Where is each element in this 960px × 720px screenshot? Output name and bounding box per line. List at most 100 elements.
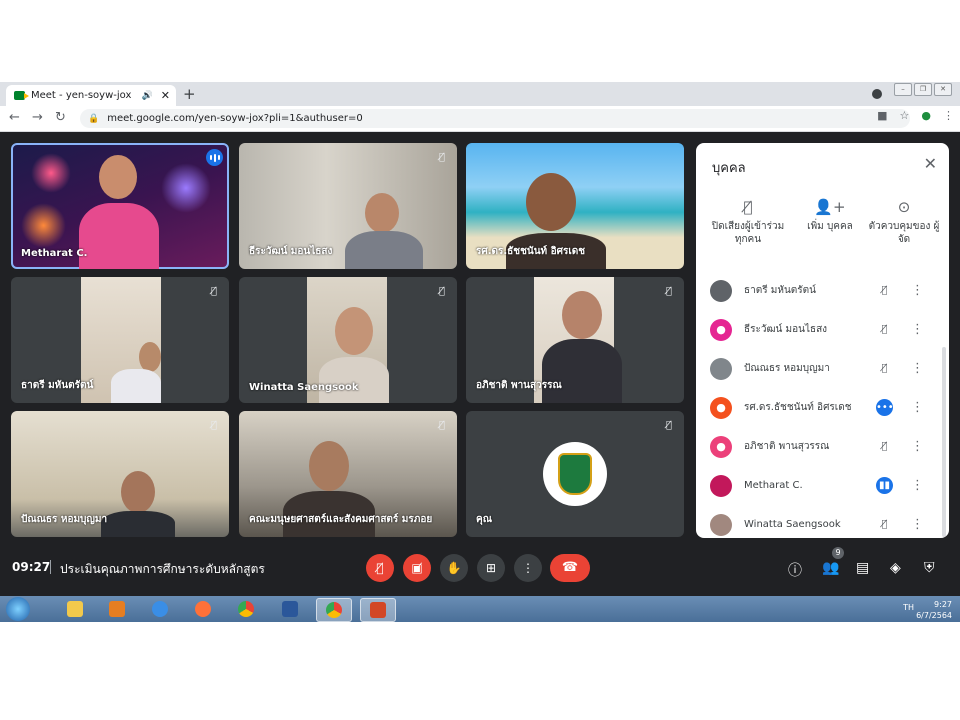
speaker-icon[interactable]: 🔊 — [142, 91, 153, 101]
panel-scrollbar[interactable] — [942, 347, 946, 537]
meeting-title: ประเมินคุณภาพการศึกษาระดับหลักสูตร — [60, 562, 265, 576]
participant-row[interactable]: ● อภิชาติ พานสุวรรณ 🎙̸ ⋮ — [696, 427, 949, 466]
mic-off-icon: 🎙̸ — [438, 286, 445, 297]
participant-name: Metharat C. — [744, 480, 803, 491]
activities-icon[interactable]: ◈ — [890, 560, 901, 576]
leave-call-button[interactable]: ☎ — [550, 554, 590, 582]
participant-name: อภิชาติ พานสุวรรณ — [744, 441, 830, 452]
lock-icon[interactable]: 🔒 — [88, 114, 99, 124]
more-options-icon[interactable]: ⋮ — [911, 439, 924, 454]
mic-toggle-button[interactable]: 🎙̸ — [366, 554, 394, 582]
raise-hand-button[interactable]: ✋ — [440, 554, 468, 582]
close-icon[interactable]: ✕ — [924, 154, 937, 173]
mic-off-icon: 🎙̸ — [210, 286, 217, 297]
info-icon[interactable]: ⓘ — [788, 560, 802, 580]
maximize-icon[interactable]: ❐ — [914, 83, 932, 96]
mic-off-icon: 🎙̸ — [881, 363, 888, 374]
forward-icon[interactable]: → — [32, 110, 43, 125]
toggle-icon: ⊙ — [897, 198, 911, 216]
tile-name: Metharat C. — [21, 248, 88, 259]
extension-icon[interactable]: ● — [921, 109, 931, 122]
mic-off-icon: 🎙̸ — [665, 420, 672, 431]
more-options-icon[interactable]: ⋮ — [911, 517, 924, 532]
participant-row[interactable]: Winatta Saengsook 🎙̸ ⋮ — [696, 505, 949, 538]
video-tile[interactable]: คณะมนุษยศาสตร์และสังคมศาสตร์ มรภอย 🎙̸ — [239, 411, 457, 537]
tile-name: รศ.ดร.ธัชชนันท์ อิศรเดช — [476, 246, 586, 257]
more-options-icon[interactable]: ⋮ — [911, 283, 924, 298]
meet-stage: Metharat C. ธีระวัฒน์ มอนไธสง 🎙̸ รศ.ดร.ธ… — [0, 132, 960, 596]
mic-off-icon: 🎙̸ — [438, 152, 445, 163]
mute-all-button[interactable]: 🎙̸ ปิดเสียงผู้เข้าร่วม ทุกคน — [708, 200, 788, 246]
word-icon[interactable] — [273, 598, 307, 620]
new-tab-icon[interactable]: + — [183, 85, 196, 103]
video-tile[interactable]: อภิชาติ พานสุวรรณ 🎙̸ — [466, 277, 684, 403]
mic-off-icon: 🎙̸ — [881, 519, 888, 530]
panel-title: บุคคล — [712, 161, 746, 176]
powerpoint-icon[interactable] — [360, 598, 396, 622]
participant-row[interactable]: ● ธีระวัฒน์ มอนไธสง 🎙̸ ⋮ — [696, 310, 949, 349]
participant-row[interactable]: Metharat C. ▮▮ ⋮ — [696, 466, 949, 505]
windows-start-button[interactable] — [6, 597, 30, 621]
chat-icon[interactable]: ▤ — [856, 560, 869, 576]
people-icon[interactable]: 👥 — [822, 560, 839, 576]
add-people-button[interactable]: 👤+ เพิ่ม บุคคล — [790, 198, 870, 233]
video-tile[interactable]: รศ.ดร.ธัชชนันท์ อิศรเดช — [466, 143, 684, 269]
file-explorer-icon[interactable] — [58, 598, 92, 620]
video-tile[interactable]: ธีระวัฒน์ มอนไธสง 🎙̸ — [239, 143, 457, 269]
address-bar[interactable]: 🔒 meet.google.com/yen-soyw-jox?pli=1&aut… — [80, 109, 910, 128]
mic-off-icon: 🎙̸ — [881, 324, 888, 335]
present-screen-button[interactable]: ⊞ — [477, 554, 505, 582]
people-count-badge: 9 — [832, 547, 844, 559]
host-controls-icon[interactable]: ⛨ — [924, 560, 935, 576]
people-panel: บุคคล ✕ 🎙̸ ปิดเสียงผู้เข้าร่วม ทุกคน 👤+ … — [696, 143, 949, 538]
mic-off-icon: 🎙̸ — [665, 286, 672, 297]
camera-toggle-button[interactable]: ▣̸ — [403, 554, 431, 582]
tray-language[interactable]: TH — [903, 603, 914, 612]
close-window-icon[interactable]: ✕ — [934, 83, 952, 96]
more-options-icon[interactable]: ⋮ — [911, 478, 924, 493]
avatar — [710, 513, 732, 536]
tray-clock[interactable]: 9:27 6/7/2564 — [916, 599, 952, 621]
meet-control-bar: 09:27 ประเมินคุณภาพการศึกษาระดับหลักสูตร… — [0, 546, 960, 596]
internet-explorer-icon[interactable] — [143, 598, 177, 620]
screen: Meet - yen-soyw-jox 🔊 ✕ + – ❐ ✕ ← → ↻ 🔒 … — [0, 82, 960, 622]
host-controls-button[interactable]: ⊙ ตัวควบคุมของ ผู้จัด — [864, 198, 944, 246]
avatar — [710, 357, 732, 380]
close-tab-icon[interactable]: ✕ — [161, 89, 170, 102]
participant-row[interactable]: ปัณณธร หอมบุญมา 🎙̸ ⋮ — [696, 349, 949, 388]
menu-icon[interactable]: ⋮ — [943, 109, 954, 122]
back-icon[interactable]: ← — [9, 110, 20, 125]
divider — [50, 560, 51, 574]
tray-date: 6/7/2564 — [916, 611, 952, 620]
browser-tab[interactable]: Meet - yen-soyw-jox 🔊 ✕ — [6, 85, 176, 106]
camera-icon[interactable]: ■ — [877, 109, 887, 122]
idle-audio-icon: ••• — [876, 399, 894, 416]
video-tile[interactable]: Metharat C. — [11, 143, 229, 269]
star-icon[interactable]: ☆ — [900, 109, 910, 122]
participant-row[interactable]: ธาตรี มหันตรัตน์ 🎙̸ ⋮ — [696, 271, 949, 310]
mic-off-icon: 🎙̸ — [210, 420, 217, 431]
video-tile[interactable]: Winatta Saengsook 🎙̸ — [239, 277, 457, 403]
window-controls: – ❐ ✕ — [894, 83, 952, 96]
more-options-button[interactable]: ⋮ — [514, 554, 542, 582]
tile-name: คุณ — [476, 514, 492, 525]
more-options-icon[interactable]: ⋮ — [911, 322, 924, 337]
more-options-icon[interactable]: ⋮ — [911, 400, 924, 415]
tab-title: Meet - yen-soyw-jox — [31, 90, 132, 101]
firefox-icon[interactable] — [186, 598, 220, 620]
avatar: ● — [710, 435, 732, 458]
chrome-active-icon[interactable] — [316, 598, 352, 622]
video-tile[interactable]: คุณ 🎙̸ — [466, 411, 684, 537]
media-player-icon[interactable] — [100, 598, 134, 620]
minimize-icon[interactable]: – — [894, 83, 912, 96]
participant-name: รศ.ดร.ธัชชนันท์ อิศรเดช — [744, 402, 852, 413]
video-tile[interactable]: ธาตรี มหันตรัตน์ 🎙̸ — [11, 277, 229, 403]
more-options-icon[interactable]: ⋮ — [911, 361, 924, 376]
tab-search-icon[interactable] — [872, 89, 882, 99]
participant-row[interactable]: ● รศ.ดร.ธัชชนันท์ อิศรเดช ••• ⋮ — [696, 388, 949, 427]
reload-icon[interactable]: ↻ — [55, 110, 66, 125]
video-tile[interactable]: ปัณณธร หอมบุญมา 🎙̸ — [11, 411, 229, 537]
chrome-icon[interactable] — [229, 598, 263, 620]
windows-taskbar: TH 9:27 6/7/2564 — [0, 596, 960, 622]
add-person-icon: 👤+ — [814, 198, 846, 216]
